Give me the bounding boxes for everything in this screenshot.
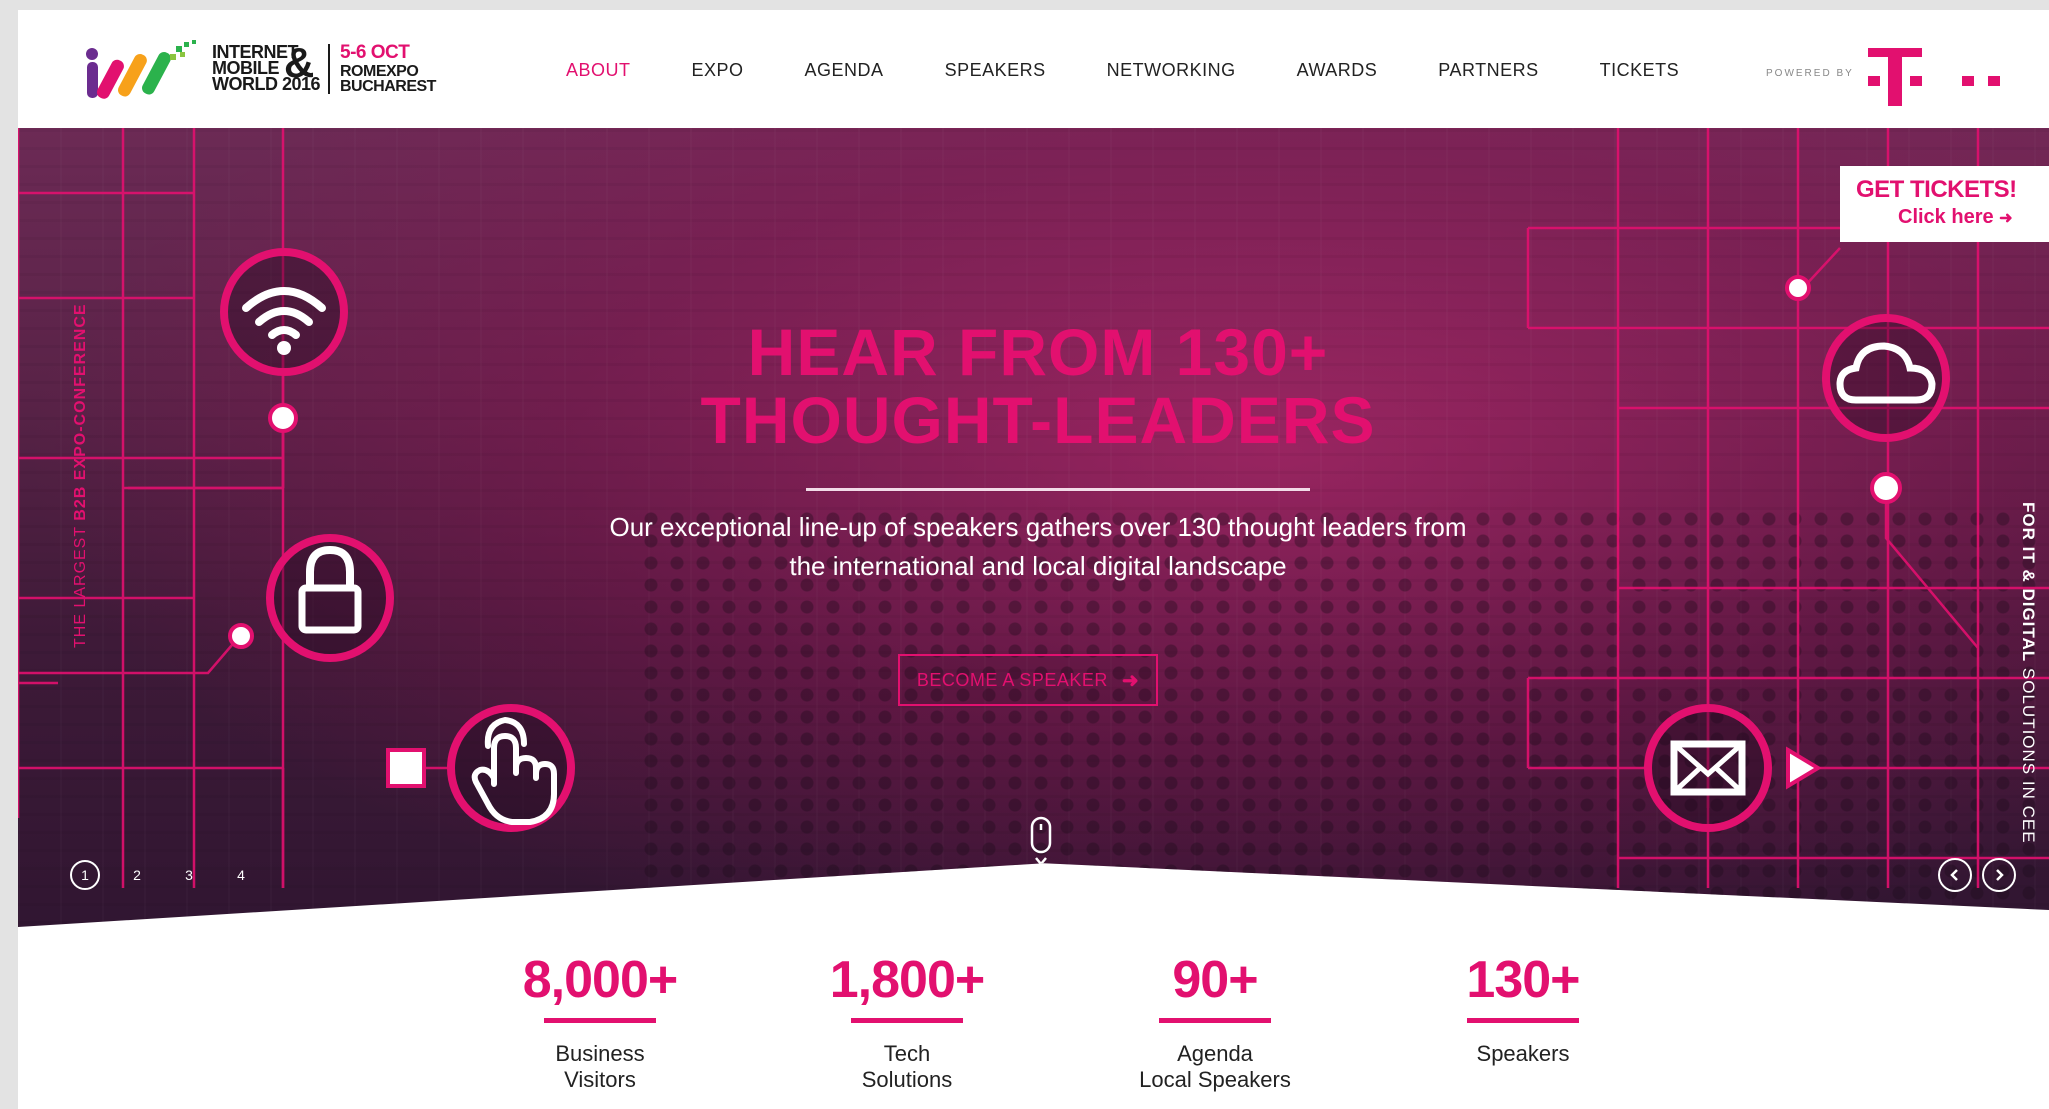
stat-label-line-2: Solutions [861,1067,953,1092]
stat-underline [1467,1018,1579,1023]
side-tagline-right-bold: FOR IT & DIGITAL [2019,502,2038,663]
side-tagline-left: THE LARGEST B2B EXPO-CONFERENCE [72,303,90,648]
stat-label-line-2: Visitors [564,1067,636,1092]
next-slide-button[interactable] [1982,858,2016,892]
nav-networking[interactable]: NETWORKING [1107,60,1236,81]
logo-mark-icon [86,40,196,99]
arrow-right-icon: ➜ [1121,669,1140,692]
nav-partners[interactable]: PARTNERS [1438,60,1538,81]
stat-value: 8,000+ [522,951,679,1009]
slide-dot-4[interactable]: 4 [226,860,256,890]
logo-date: 5-6 OCT [340,42,410,63]
logo-venue: ROMEXPO BUCHAREST [340,63,436,95]
logo-divider [328,44,330,94]
hero-description-line-2: the international and local digital land… [789,551,1287,581]
stat-underline [544,1018,656,1023]
slide-dot-2[interactable]: 2 [122,860,152,890]
stat-underline [851,1018,963,1023]
stat-label-line-2: Local Speakers [1139,1067,1291,1092]
logo-venue-line-2: BUCHAREST [340,78,436,95]
sponsor-logo[interactable] [1868,38,2008,108]
side-tagline-left-prefix: THE LARGEST [72,520,89,648]
stat-local-speakers: 90+ Agenda Local Speakers [1105,950,1325,1093]
site-logo[interactable]: INTERNET MOBILE WORLD 2016 & 5-6 OCT ROM… [84,36,444,108]
nav-tickets[interactable]: TICKETS [1600,60,1680,81]
side-tagline-right: FOR IT & DIGITAL SOLUTIONS IN CEE [2018,502,2038,844]
hero-title: HEAR FROM 130+ THOUGHT-LEADERS [578,318,1498,454]
hero-title-line-2: THOUGHT-LEADERS [700,383,1376,457]
nav-expo[interactable]: EXPO [692,60,744,81]
get-tickets-sub: Click here ➜ [1898,206,2013,229]
side-tagline-right-rest: SOLUTIONS IN CEE [2019,662,2038,844]
stat-business-visitors: 8,000+ Business Visitors [490,950,710,1093]
hero-title-line-1: HEAR FROM 130+ [747,315,1329,389]
hero-description-line-1: Our exceptional line-up of speakers gath… [609,512,1467,542]
stat-label-line-1: Business [555,1041,645,1066]
slide-arrows [1938,858,2016,892]
slide-dot-1[interactable]: 1 [70,860,100,890]
prev-slide-button[interactable] [1938,858,1972,892]
hero-divider [806,488,1310,491]
get-tickets-click-label: Click here [1898,206,1994,228]
stat-value: 90+ [1172,951,1258,1009]
nav-awards[interactable]: AWARDS [1297,60,1378,81]
powered-by-label: POWERED BY [1766,68,1854,79]
slide-dot-3[interactable]: 3 [174,860,204,890]
stat-label-line-1: Tech [883,1041,931,1066]
nav-agenda[interactable]: AGENDA [805,60,884,81]
get-tickets-title: GET TICKETS! [1856,176,2017,203]
logo-venue-line-1: ROMEXPO [340,63,419,80]
slide-pagination: 1 2 3 4 [70,860,256,890]
nav-about[interactable]: ABOUT [566,60,631,81]
scroll-down-mouse-icon[interactable] [1030,816,1052,868]
chevron-right-icon [1996,869,2004,881]
page-frame: INTERNET MOBILE WORLD 2016 & 5-6 OCT ROM… [18,10,2049,1109]
stat-value: 130+ [1466,951,1580,1009]
hero-description: Our exceptional line-up of speakers gath… [558,508,1518,586]
become-speaker-button[interactable]: BECOME A SPEAKER ➜ [898,654,1158,706]
nav-speakers[interactable]: SPEAKERS [945,60,1046,81]
hero-banner: THE LARGEST B2B EXPO-CONFERENCE FOR IT &… [18,128,2049,927]
get-tickets-button[interactable]: GET TICKETS! Click here ➜ [1840,166,2049,242]
side-tagline-left-bold: B2B EXPO-CONFERENCE [72,303,89,521]
stat-tech-solutions: 1,800+ Tech Solutions [797,950,1017,1093]
arrow-right-icon: ➜ [1999,210,2013,227]
main-nav: ABOUT EXPO AGENDA SPEAKERS NETWORKING AW… [566,60,1740,81]
telekom-t-icon [1868,48,2000,106]
stat-label-line-1: Speakers [1476,1041,1570,1066]
stat-label-line-1: Agenda [1177,1041,1253,1066]
become-speaker-label: BECOME A SPEAKER [916,669,1108,690]
site-header: INTERNET MOBILE WORLD 2016 & 5-6 OCT ROM… [18,10,2049,128]
stat-speakers: 130+ Speakers [1413,950,1633,1067]
chevron-left-icon [1950,869,1958,881]
stat-underline [1159,1018,1271,1023]
stat-value: 1,800+ [829,951,986,1009]
play-icon [1786,746,1822,790]
logo-ampersand: & [284,39,315,86]
